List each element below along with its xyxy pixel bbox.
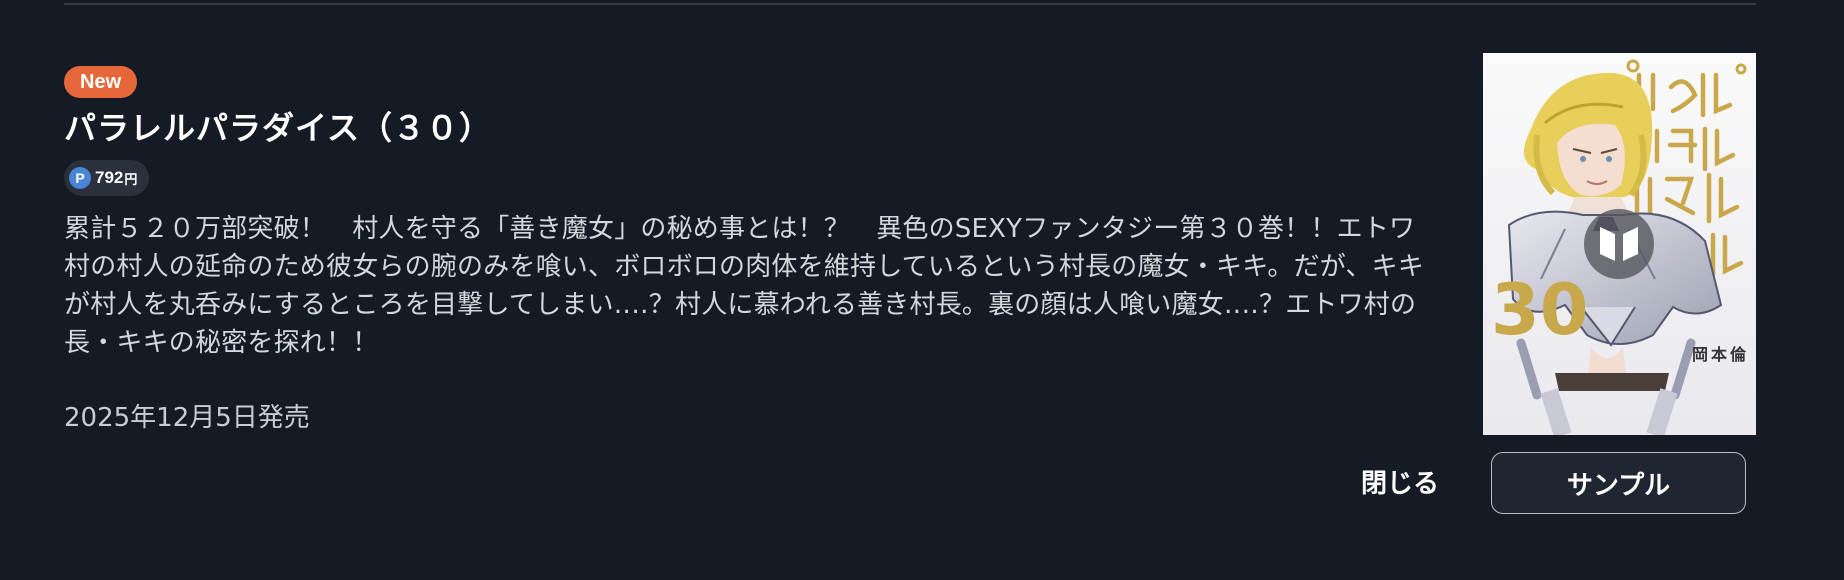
new-badge: New	[64, 66, 138, 98]
product-info: New パラレルパラダイス（３０） P 792 円 累計５２０万部突破！ 村人を…	[64, 66, 1444, 436]
product-detail-panel: New パラレルパラダイス（３０） P 792 円 累計５２０万部突破！ 村人を…	[0, 0, 1844, 580]
cover-author: 岡本倫	[1692, 345, 1749, 364]
release-date: 2025年12月5日発売	[64, 403, 310, 433]
currency-label: 円	[124, 172, 138, 188]
point-icon: P	[69, 167, 91, 189]
product-title: パラレルパラダイス（３０）	[64, 109, 493, 147]
top-divider	[64, 3, 1756, 5]
price-value: 792	[95, 168, 124, 187]
book-preview-icon[interactable]	[1584, 209, 1654, 279]
cover-volume-number: 30	[1491, 269, 1588, 351]
book-cover-image[interactable]: 30 岡本倫	[1483, 53, 1756, 435]
close-button[interactable]: 閉じる	[1340, 462, 1460, 506]
product-description: 累計５２０万部突破！ 村人を守る「善き魔女」の秘め事とは！？ 異色のSEXYファ…	[64, 214, 1425, 358]
price-pill: P 792 円	[64, 160, 150, 196]
sample-button[interactable]: サンプル	[1491, 452, 1746, 514]
